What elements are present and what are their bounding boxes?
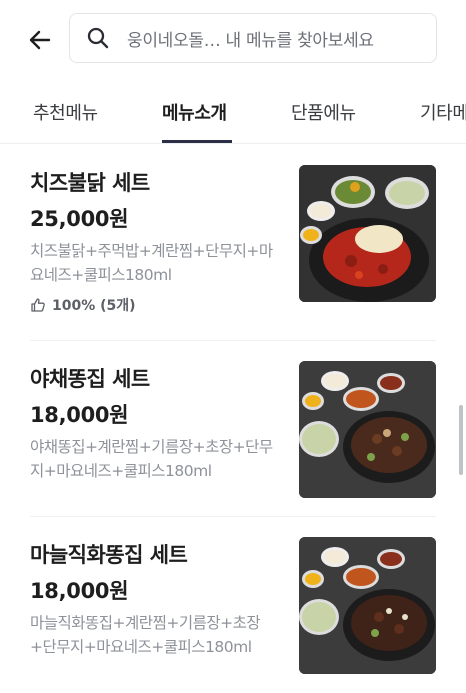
tab-etc[interactable]: 기타메 — [420, 99, 466, 125]
thumbs-up-icon — [30, 297, 46, 313]
menu-item[interactable]: 마늘직화똥집 세트 18,000원 마늘직화똥집+계란찜+기름장+초장+단무지+… — [0, 517, 466, 693]
menu-description: 야채똥집+계란찜+기름장+초장+단무지+마요네즈+쿨피스180ml — [30, 438, 273, 480]
menu-item[interactable]: 야채똥집 세트 18,000원 야채똥집+계란찜+기름장+초장+단무지+마요네즈… — [0, 341, 466, 516]
menu-image — [299, 361, 436, 498]
scrollbar[interactable] — [459, 405, 463, 475]
menu-price: 25,000원 — [30, 207, 129, 231]
menu-rating: 100% (5개) — [30, 295, 136, 315]
tab-single-menu[interactable]: 단품에뉴 — [291, 99, 356, 125]
menu-name: 치즈불닭 세트 — [30, 171, 150, 195]
search-placeholder: 웅이네오돌… 내 메뉴를 찾아보세요 — [127, 30, 374, 51]
menu-price: 18,000원 — [30, 579, 129, 603]
menu-description: 마늘직화똥집+계란찜+기름장+초장+단무지+마요네즈+쿨피스180ml — [30, 614, 261, 656]
top-bar: 웅이네오돌… 내 메뉴를 찾아보세요 — [0, 0, 466, 80]
arrow-left-icon — [29, 30, 51, 50]
back-button[interactable] — [22, 22, 58, 58]
tab-menu-intro[interactable]: 메뉴소개 — [162, 99, 227, 125]
menu-image — [299, 537, 436, 674]
menu-price: 18,000원 — [30, 403, 129, 427]
active-tab-indicator — [162, 140, 232, 143]
menu-item[interactable]: 치즈불닭 세트 25,000원 치즈불닭+주먹밥+계란찜+단무지+마요네즈+쿨피… — [0, 145, 466, 340]
tab-recommended[interactable]: 추천메뉴 — [33, 99, 98, 125]
search-icon — [85, 25, 111, 51]
menu-description: 치즈불닭+주먹밥+계란찜+단무지+마요네즈+쿨피스180ml — [30, 242, 273, 284]
category-tabs: 추천메뉴 메뉴소개 단품에뉴 기타메 — [0, 80, 466, 144]
menu-image — [299, 165, 436, 302]
menu-name: 야채똥집 세트 — [30, 367, 150, 391]
search-input[interactable]: 웅이네오돌… 내 메뉴를 찾아보세요 — [69, 13, 437, 63]
menu-name: 마늘직화똥집 세트 — [30, 543, 188, 567]
rating-text: 100% (5개) — [52, 298, 136, 314]
